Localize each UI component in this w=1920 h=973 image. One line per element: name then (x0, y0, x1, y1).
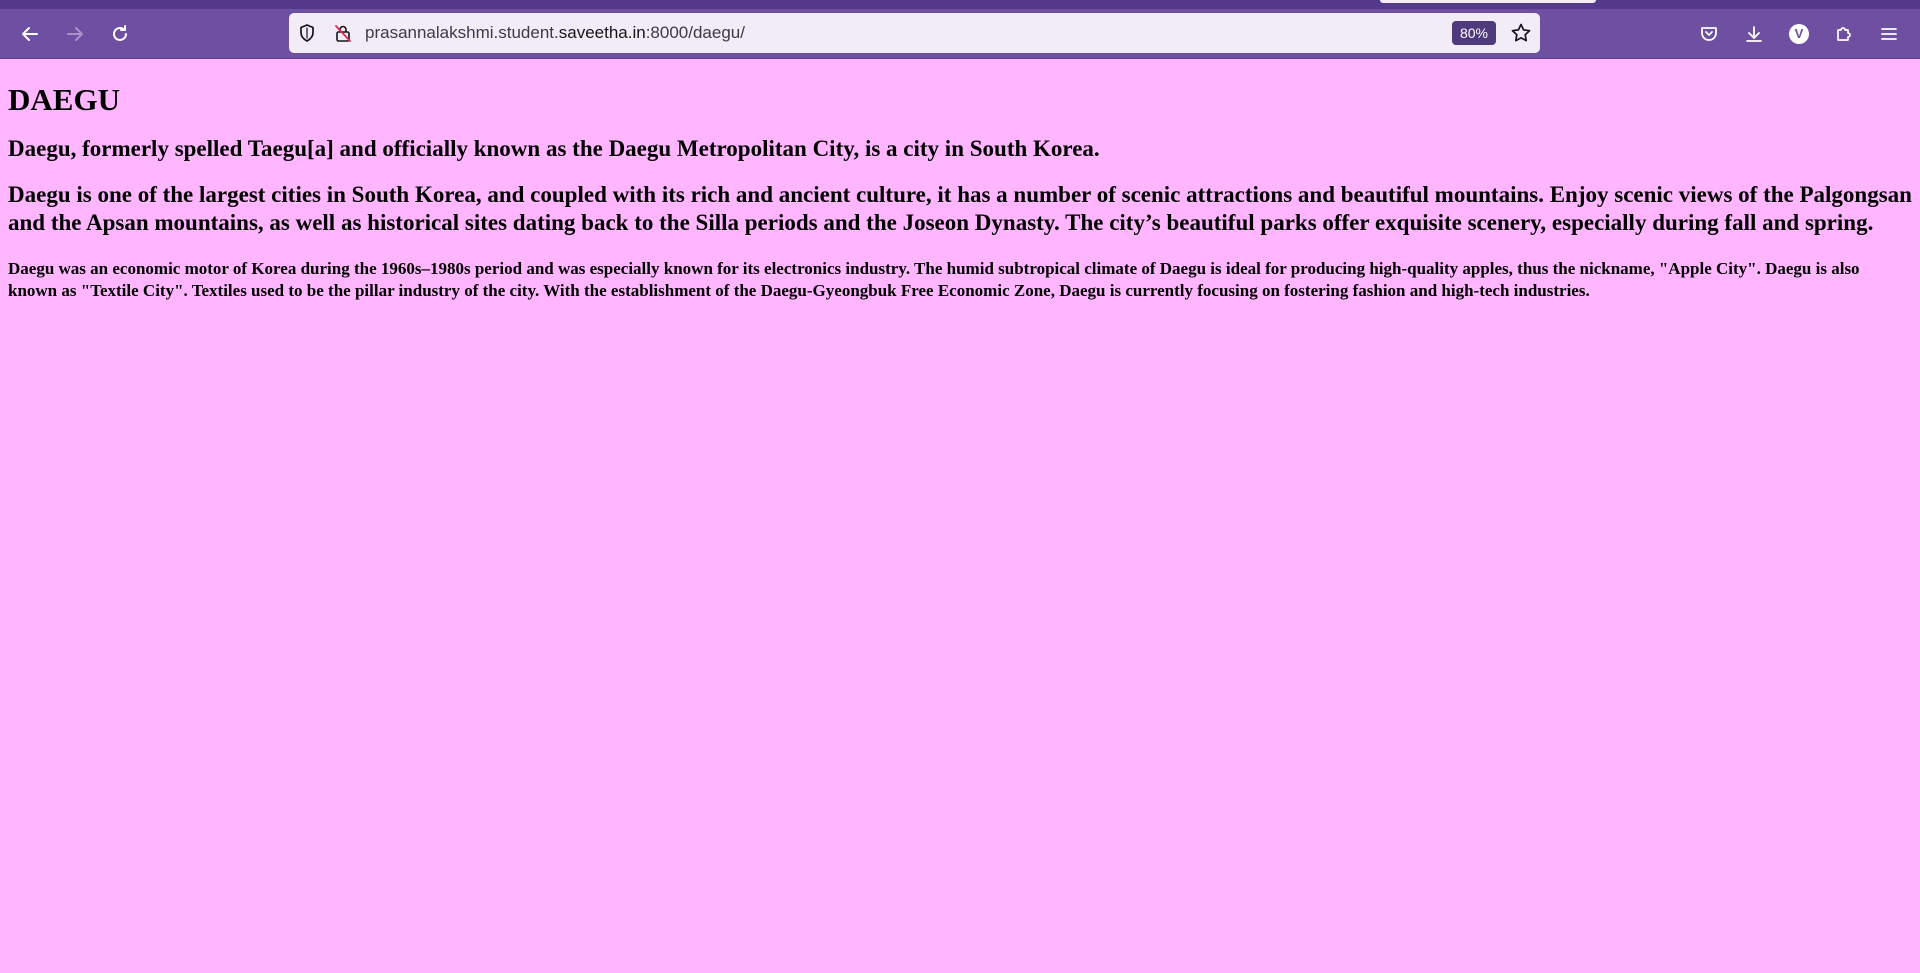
account-button[interactable]: V (1783, 18, 1815, 50)
page-content: DAEGU Daegu, formerly spelled Taegu[a] a… (8, 59, 1912, 302)
url-text[interactable]: prasannalakshmi.student.saveetha.in:8000… (365, 22, 745, 44)
reload-button[interactable] (104, 18, 136, 50)
extensions-button[interactable] (1828, 18, 1860, 50)
pocket-icon (1701, 27, 1717, 41)
puzzle-icon (1837, 27, 1851, 41)
url-suffix: :8000/daegu/ (645, 23, 745, 42)
browser-toolbar: prasannalakshmi.student.saveetha.in:8000… (0, 9, 1920, 58)
tab-strip (0, 0, 1920, 9)
back-arrow-icon (22, 27, 38, 41)
avatar: V (1789, 24, 1809, 44)
shield-icon[interactable] (297, 23, 317, 43)
address-bar[interactable]: prasannalakshmi.student.saveetha.in:8000… (289, 13, 1540, 53)
star-icon[interactable] (1510, 22, 1532, 44)
downloads-button[interactable] (1738, 18, 1770, 50)
url-host: saveetha.in (558, 23, 646, 42)
url-prefix: prasannalakshmi.student. (365, 23, 559, 42)
menu-button[interactable] (1873, 18, 1905, 50)
intro-heading: Daegu, formerly spelled Taegu[a] and off… (8, 136, 1100, 161)
active-tab-edge[interactable] (1380, 0, 1596, 3)
description-heading: Daegu is one of the largest cities in So… (8, 182, 1912, 235)
forward-button[interactable] (59, 18, 91, 50)
hamburger-menu-icon (1881, 28, 1897, 40)
back-button[interactable] (14, 18, 46, 50)
insecure-lock-icon[interactable] (333, 23, 353, 43)
reload-icon (113, 25, 127, 41)
forward-arrow-icon (67, 27, 83, 41)
page-title: DAEGU (8, 82, 120, 117)
pocket-button[interactable] (1693, 18, 1725, 50)
economy-paragraph: Daegu was an economic motor of Korea dur… (8, 259, 1860, 300)
zoom-level-badge[interactable]: 80% (1452, 21, 1496, 45)
download-icon (1746, 26, 1762, 42)
